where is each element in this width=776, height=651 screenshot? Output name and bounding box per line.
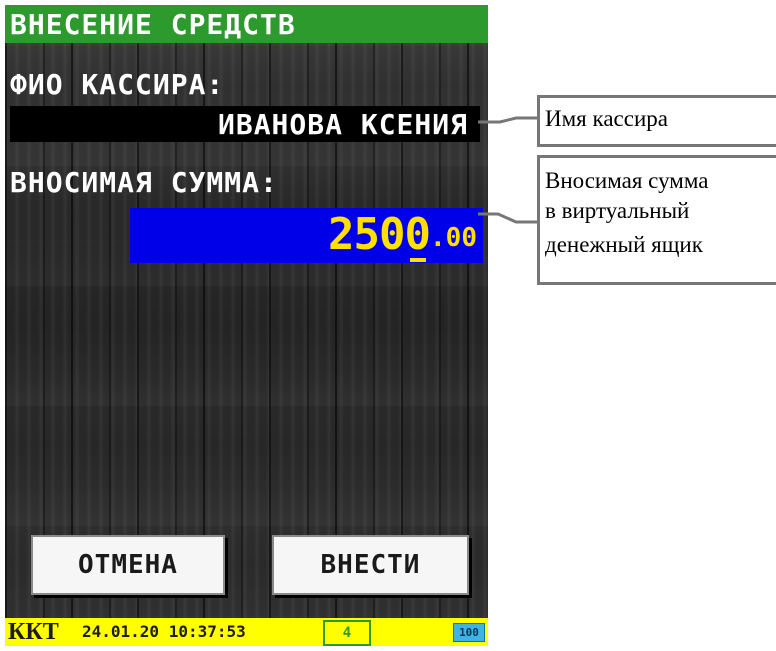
callout-sum-line: Вносимая сумма: [545, 168, 709, 193]
sum-leader-line: [478, 212, 537, 224]
callout-sum: Вносимая сумма в виртуальный денежный ящ…: [537, 155, 776, 285]
callout-sum-line: в виртуальный: [545, 198, 690, 223]
callout-cashier-name-text: Имя кассира: [545, 106, 668, 131]
cashier-leader-line: [478, 116, 537, 124]
callout-sum-line: денежный ящик: [545, 232, 703, 257]
callout-cashier-name: Имя кассира: [537, 95, 776, 147]
